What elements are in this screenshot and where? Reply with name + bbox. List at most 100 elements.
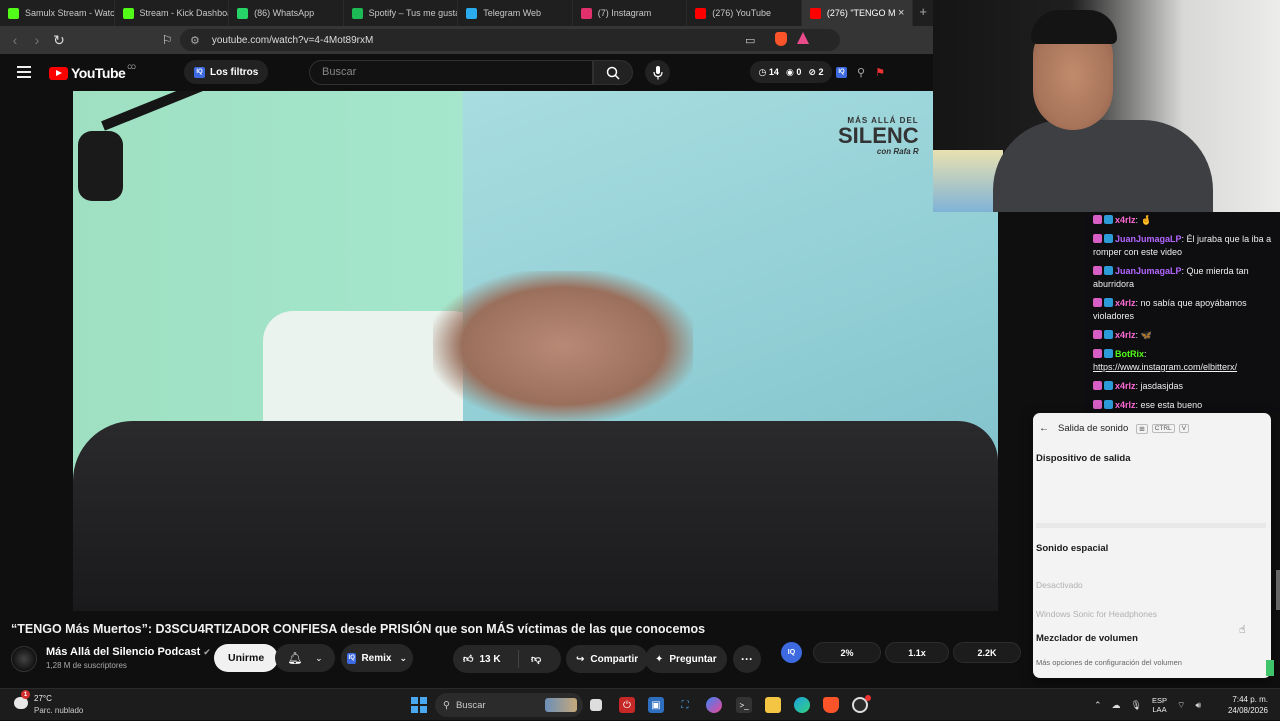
browser-tab[interactable]: Stream - Kick Dashboard [115,0,230,26]
site-settings-icon[interactable]: ⚙ [190,34,200,47]
scrollbar[interactable] [1276,570,1280,610]
filters-label: Los filtros [210,66,259,78]
channel-name[interactable]: Más Allá del Silencio Podcast ✔ [46,646,211,658]
remix-button[interactable]: IQ Remix ⌄ [341,644,413,672]
sound-output-flyout: ← Salida de sonido ⊞ CTRL V Dispositivo … [1033,413,1271,678]
chat-username[interactable]: x4rlz [1115,215,1136,225]
chat-text: 🤞 [1138,215,1152,225]
channel-watermark: MÁS ALLÁ DEL SILENC con Rafa R [838,116,919,156]
chat-message: x4rlz: no sabía que apoyábamos violadore… [1093,297,1274,323]
new-tab-icon[interactable]: + [913,0,933,26]
chat-message: BotRix: https://www.instagram.com/elbitte… [1093,348,1274,374]
chat-badge-icon [1104,215,1113,224]
menu-icon[interactable] [17,66,31,78]
copilot-icon[interactable] [706,697,722,713]
chat-badge-icon [1093,400,1102,409]
browser-tab[interactable]: (86) WhatsApp [229,0,344,26]
speed-stat[interactable]: 1.1x [885,642,949,663]
weather-temp: 27°C [34,694,52,703]
spatial-option-off[interactable]: Desactivado [1036,580,1083,590]
chat-username[interactable]: x4rlz [1115,330,1136,340]
ask-button[interactable]: ✦ Preguntar [645,645,727,673]
bookmark-icon[interactable]: ⚐ [156,33,178,47]
snipping-tool-icon[interactable]: ⛶ [677,697,693,713]
join-button[interactable]: Unirme [214,644,279,672]
language-indicator[interactable]: ESP LAA [1152,696,1167,714]
tab-label: Samulx Stream - Watch [25,8,115,18]
more-volume-settings-link[interactable]: Más opciones de configuración del volume… [1036,658,1182,667]
browser-tab[interactable]: Telegram Web [458,0,573,26]
browser-address-bar: ‹ › ↻ ⚐ ⚙ youtube.com/watch?v=4-4Mot89rx… [0,26,933,54]
like-button[interactable]: 👍︎ 13 K [453,650,519,668]
chat-username[interactable]: x4rlz [1115,381,1136,391]
close-tab-icon[interactable]: × [898,7,904,19]
dislikes-stat: ⊘ 2 [808,66,824,77]
chat-username[interactable]: JuanJumagaLP [1115,234,1182,244]
brave-rewards-icon[interactable] [797,32,809,44]
iq-extension-badge[interactable]: IQ [781,642,802,663]
chat-username[interactable]: BotRix [1115,349,1144,359]
more-actions-button[interactable]: ··· [733,645,761,673]
clock[interactable]: 7:44 p. m. 24/08/2026 [1200,694,1268,716]
recording-dot [865,695,871,701]
file-explorer-icon[interactable] [765,697,781,713]
reload-icon[interactable]: ↻ [48,32,70,49]
forward-icon[interactable]: › [26,32,48,48]
terminal-icon[interactable]: >_ [736,697,752,713]
browser-tab[interactable]: (7) Instagram [573,0,688,26]
windows-key-icon: ⊞ [1136,423,1148,434]
iq-extension-icon[interactable]: IQ [836,66,847,78]
brave-icon[interactable] [823,697,839,713]
spatial-option-sonic[interactable]: Windows Sonic for Headphones [1036,609,1157,619]
chat-message: x4rlz: 🤞 [1093,214,1274,227]
store-icon[interactable]: ▣ [648,697,664,713]
back-icon[interactable]: ‹ [4,32,26,48]
back-arrow-icon[interactable]: ← [1039,423,1049,434]
chat-badge-icon [1104,330,1113,339]
share-button[interactable]: ↪ Compartir [566,645,649,673]
browser-tab[interactable]: (276) YouTube [687,0,802,26]
task-view-icon[interactable] [590,699,602,711]
chevron-up-icon[interactable]: ⌃ [1094,700,1102,711]
edge-icon[interactable] [794,697,810,713]
filters-chip[interactable]: IQ Los filtros [184,60,269,84]
tray-mic-icon[interactable]: 🎙︎ [1131,700,1142,711]
thumbs-up-icon: 👍︎ [463,654,474,665]
extension-stats[interactable]: ◷ 14 ◉ 0 ⊘ 2 [750,61,832,83]
wifi-icon[interactable]: ⌔ [1177,700,1185,711]
microphone-icon [652,65,663,79]
chat-username[interactable]: JuanJumagaLP [1115,266,1182,276]
webcam-shirt [993,120,1213,212]
tray-cloud-icon[interactable]: ☁ [1112,700,1121,711]
voice-search-button[interactable] [645,60,670,85]
channel-avatar[interactable] [11,646,37,672]
search-input[interactable]: Buscar [309,60,593,85]
cast-icon[interactable]: ▭ [745,34,755,47]
video-player[interactable]: MÁS ALLÁ DEL SILENC con Rafa R [73,91,998,611]
chat-text: ese esta bueno [1138,400,1203,410]
browser-tab[interactable]: Spotify – Tus me gusta [344,0,459,26]
sparkle-icon: ✦ [655,653,664,665]
chat-username[interactable]: x4rlz [1115,298,1136,308]
extension-icon[interactable]: ⚲ [857,66,865,79]
chat-link[interactable]: https://www.instagram.com/elbitterx/ [1093,362,1237,372]
chat-message: JuanJumagaLP: Que mierda tan aburridora [1093,265,1274,291]
brave-shield-icon[interactable] [775,32,787,46]
subscribed-notifications-button[interactable]: 🔔︎ ⌄ [275,644,335,672]
volume-mixer-heading[interactable]: Mezclador de volumen [1036,633,1138,644]
chat-badge-icon [1093,381,1102,390]
stream-chat: x4rlz: 🤞 JuanJumagaLP: Él juraba que la i… [1084,212,1280,412]
start-button[interactable] [411,697,427,713]
youtube-logo[interactable]: YouTube CO [49,65,136,81]
search-button[interactable] [593,60,633,85]
dislike-button[interactable]: 👎︎ [519,653,541,665]
weather-condition: Parc. nublado [34,706,84,715]
url-field[interactable]: ⚙ youtube.com/watch?v=4-4Mot89rxM [180,29,840,51]
browser-tab[interactable]: Samulx Stream - Watch [0,0,115,26]
notification-icon[interactable]: ⚑ [875,66,885,79]
chat-message: x4rlz: jasdasjdas [1093,380,1274,393]
chat-username[interactable]: x4rlz [1115,400,1136,410]
power-app-icon[interactable]: ⏻ [619,697,635,713]
browser-tab[interactable]: (276) "TENGO M × [801,0,914,26]
taskbar-search[interactable]: ⚲ Buscar [435,693,583,717]
